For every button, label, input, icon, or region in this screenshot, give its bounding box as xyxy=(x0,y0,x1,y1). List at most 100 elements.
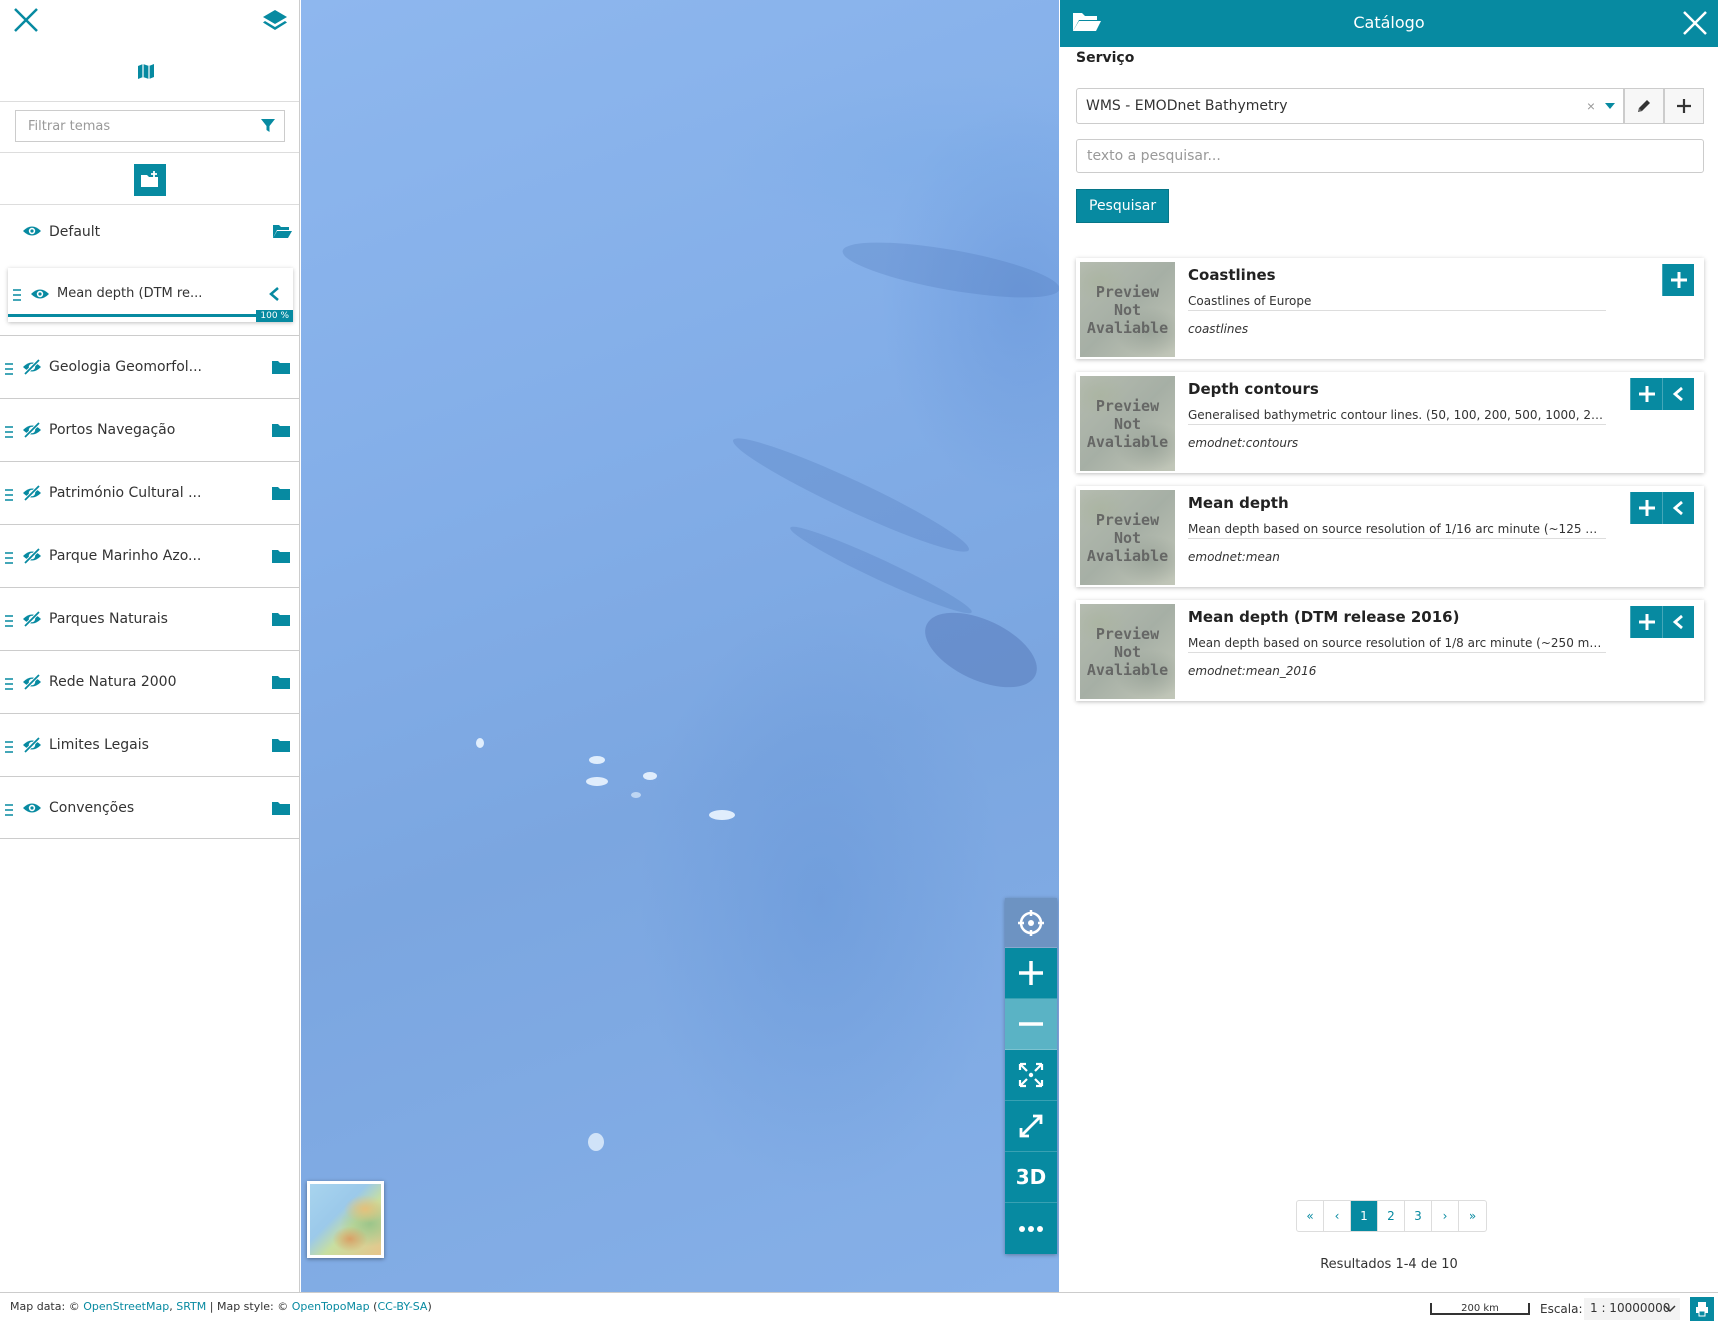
eye-slash-icon[interactable] xyxy=(22,548,42,564)
add-layer-button[interactable] xyxy=(1630,492,1662,524)
chevron-left-icon xyxy=(1672,386,1683,402)
group-row[interactable]: Geologia Geomorfol... xyxy=(0,335,300,398)
fullscreen-button[interactable] xyxy=(1005,1101,1057,1152)
drag-handle-icon[interactable] xyxy=(5,740,13,754)
clear-selection-icon[interactable]: × xyxy=(1587,98,1595,114)
drag-handle-icon[interactable] xyxy=(5,551,13,565)
record-description: Mean depth based on source resolution of… xyxy=(1188,636,1606,653)
drag-handle-icon[interactable] xyxy=(5,803,13,817)
3d-button[interactable]: 3D xyxy=(1005,1152,1057,1203)
group-default[interactable]: Default xyxy=(0,205,300,259)
add-layer-button[interactable] xyxy=(1630,606,1662,638)
service-select[interactable]: WMS - EMODnet Bathymetry × xyxy=(1076,88,1624,124)
zoom-extent-button[interactable] xyxy=(1005,1050,1057,1101)
group-row[interactable]: Parques Naturais xyxy=(0,587,300,650)
service-label: Serviço xyxy=(1076,50,1135,66)
pagination-prev[interactable]: ‹ xyxy=(1324,1201,1351,1231)
layers-icon[interactable] xyxy=(261,6,289,34)
folder-icon[interactable] xyxy=(272,800,290,816)
add-layer-button[interactable] xyxy=(1630,378,1662,410)
map-canvas[interactable]: 3D xyxy=(301,0,1059,1292)
search-button[interactable]: Pesquisar xyxy=(1076,189,1170,223)
layer-item-mean-depth[interactable]: Mean depth (DTM re... 100 % xyxy=(8,268,293,322)
drag-handle-icon[interactable] xyxy=(5,362,13,376)
folder-icon[interactable] xyxy=(272,737,290,753)
close-icon[interactable] xyxy=(12,6,40,34)
pagination-first[interactable]: « xyxy=(1297,1201,1324,1231)
folder-open-icon[interactable] xyxy=(272,222,292,240)
drag-handle-icon[interactable] xyxy=(5,425,13,439)
opentopomap-link[interactable]: OpenTopoMap xyxy=(292,1300,370,1313)
folder-icon[interactable] xyxy=(272,485,290,501)
caret-down-icon[interactable] xyxy=(1605,103,1615,109)
catalog-search-input[interactable] xyxy=(1076,139,1704,173)
eye-slash-icon[interactable] xyxy=(22,422,42,438)
folder-icon[interactable] xyxy=(272,548,290,564)
eye-icon[interactable] xyxy=(30,286,50,302)
drag-handle-icon[interactable] xyxy=(5,488,13,502)
eye-slash-icon[interactable] xyxy=(22,674,42,690)
group-label: Parques Naturais xyxy=(49,611,168,627)
record-identifier: emodnet:mean xyxy=(1188,550,1280,564)
folder-icon[interactable] xyxy=(272,611,290,627)
record-thumbnail: Preview Not Avaliable xyxy=(1080,262,1175,357)
fullscreen-icon xyxy=(1019,1114,1043,1138)
expand-description-button[interactable] xyxy=(1662,606,1694,638)
map-legend-icon[interactable] xyxy=(137,62,155,80)
eye-slash-icon[interactable] xyxy=(22,611,42,627)
scale-select[interactable]: 1 : 10000000 xyxy=(1584,1298,1680,1320)
plus-icon xyxy=(1677,99,1691,113)
group-row[interactable]: Limites Legais xyxy=(0,713,300,776)
drag-handle-icon[interactable] xyxy=(5,677,13,691)
expand-description-button[interactable] xyxy=(1662,492,1694,524)
folder-icon[interactable] xyxy=(272,359,290,375)
zoom-in-button[interactable] xyxy=(1005,948,1057,999)
add-folder-button[interactable] xyxy=(134,164,166,196)
catalog-record: Preview Not Avaliable Mean depth Mean depth… xyxy=(1076,486,1704,587)
srtm-link[interactable]: SRTM xyxy=(176,1300,206,1313)
folder-icon[interactable] xyxy=(272,674,290,690)
funnel-icon[interactable] xyxy=(261,119,275,133)
eye-slash-icon[interactable] xyxy=(22,485,42,501)
record-identifier: coastlines xyxy=(1188,322,1249,336)
eye-icon[interactable] xyxy=(22,800,42,816)
pagination-page[interactable]: 3 xyxy=(1405,1201,1432,1231)
drag-handle-icon[interactable] xyxy=(13,288,21,302)
map-footer: Map data: © OpenStreetMap, SRTM | Map st… xyxy=(0,1292,1718,1324)
filter-input[interactable] xyxy=(16,111,284,141)
group-row[interactable]: Convenções xyxy=(0,776,300,839)
osm-link[interactable]: OpenStreetMap xyxy=(83,1300,169,1313)
expand-description-button[interactable] xyxy=(1662,378,1694,410)
group-row[interactable]: Património Cultural ... xyxy=(0,461,300,524)
license-link[interactable]: CC-BY-SA xyxy=(377,1300,427,1313)
group-label: Geologia Geomorfol... xyxy=(49,359,203,375)
group-row[interactable]: Parque Marinho Azo... xyxy=(0,524,300,587)
pagination-last[interactable]: » xyxy=(1459,1201,1486,1231)
opacity-slider[interactable] xyxy=(8,314,293,317)
eye-icon[interactable] xyxy=(22,223,42,239)
zoom-out-button[interactable] xyxy=(1005,999,1057,1050)
plus-icon xyxy=(1670,272,1687,288)
drag-handle-icon[interactable] xyxy=(5,614,13,628)
more-button[interactable] xyxy=(1005,1203,1057,1254)
edit-service-button[interactable] xyxy=(1624,88,1664,124)
service-select-value: WMS - EMODnet Bathymetry xyxy=(1086,98,1288,114)
close-icon[interactable] xyxy=(1682,10,1708,36)
overview-minimap[interactable] xyxy=(307,1181,384,1258)
folder-icon[interactable] xyxy=(272,422,290,438)
pagination-next[interactable]: › xyxy=(1432,1201,1459,1231)
group-row[interactable]: Rede Natura 2000 xyxy=(0,650,300,713)
record-title: Mean depth xyxy=(1188,494,1289,512)
eye-slash-icon[interactable] xyxy=(22,359,42,375)
eye-slash-icon[interactable] xyxy=(22,737,42,753)
group-row[interactable]: Portos Navegação xyxy=(0,398,300,461)
pagination-page[interactable]: 2 xyxy=(1378,1201,1405,1231)
add-service-button[interactable] xyxy=(1664,88,1704,124)
print-button[interactable] xyxy=(1690,1297,1714,1321)
pagination-page[interactable]: 1 xyxy=(1351,1201,1378,1231)
add-layer-button[interactable] xyxy=(1662,264,1694,296)
map-attribution: Map data: © OpenStreetMap, SRTM | Map st… xyxy=(10,1300,432,1313)
record-description: Generalised bathymetric contour lines. (… xyxy=(1188,408,1606,425)
locate-button[interactable] xyxy=(1005,898,1057,948)
chevron-left-icon[interactable] xyxy=(267,286,283,302)
